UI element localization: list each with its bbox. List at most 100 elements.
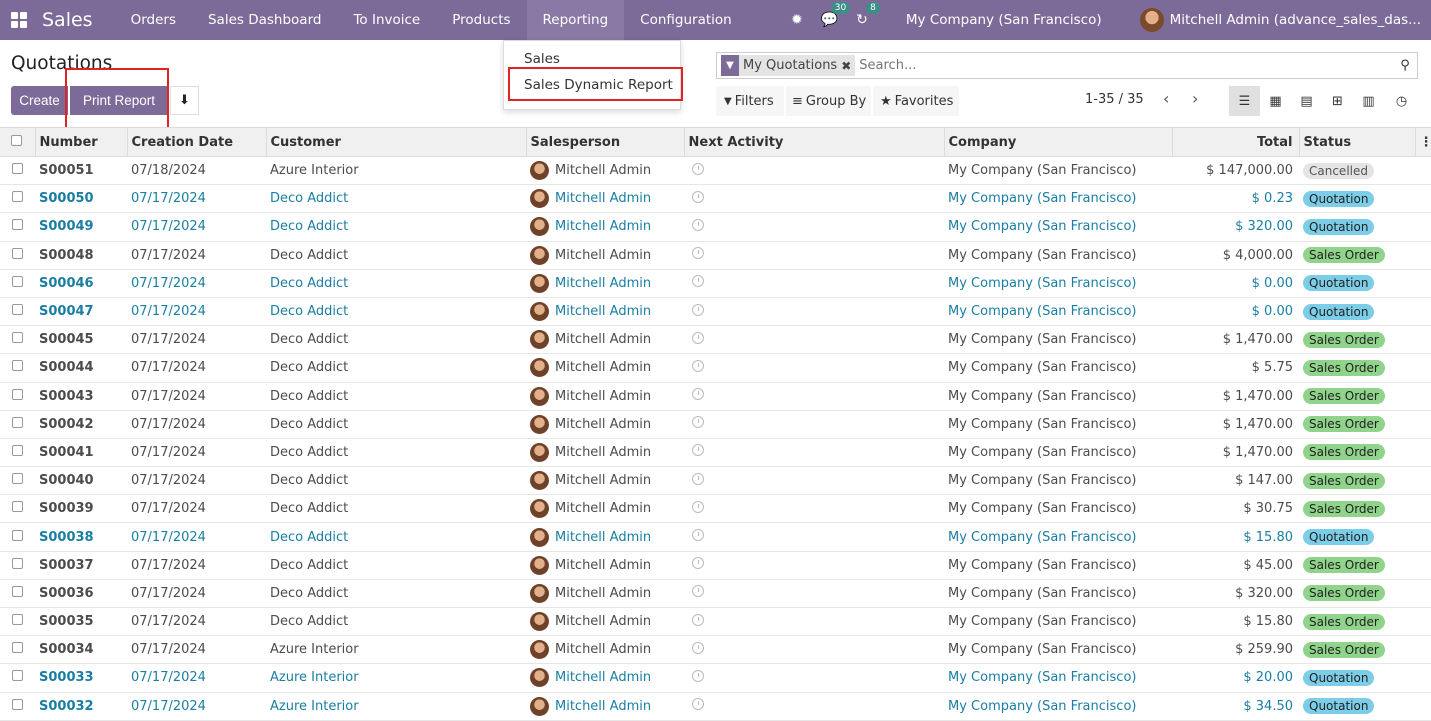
table-row[interactable]: S00042 07/17/2024 Deco Addict Mitchell Admi… xyxy=(0,410,1431,439)
row-checkbox[interactable] xyxy=(0,410,35,439)
row-checkbox[interactable] xyxy=(0,494,35,524)
clock-icon[interactable] xyxy=(692,190,704,203)
list-view-icon[interactable]: ☰ xyxy=(1229,86,1260,116)
header-next-activity[interactable]: Next Activity xyxy=(684,127,945,157)
cell-next-activity[interactable] xyxy=(684,297,944,327)
row-checkbox[interactable] xyxy=(0,551,35,580)
table-row[interactable]: S00045 07/17/2024 Deco Addict Mitchell Admi… xyxy=(0,325,1431,355)
row-checkbox[interactable] xyxy=(0,212,35,242)
table-row[interactable]: S00044 07/17/2024 Deco Addict Mitchell Admi… xyxy=(0,353,1431,383)
header-status[interactable]: Status xyxy=(1299,127,1416,157)
menu-orders[interactable]: Orders xyxy=(115,0,192,40)
table-row[interactable]: S00032 07/17/2024 Azure Interior Mitchell A… xyxy=(0,692,1431,721)
clock-icon[interactable] xyxy=(692,472,704,485)
favorites-button[interactable]: ★ Favorites xyxy=(873,86,959,116)
clock-icon[interactable] xyxy=(692,218,704,231)
table-row[interactable]: S00046 07/17/2024 Deco Addict Mitchell Admi… xyxy=(0,269,1431,298)
dropdown-item-sales[interactable]: Sales xyxy=(524,51,560,67)
table-row[interactable]: S00038 07/17/2024 Deco Addict Mitchell Admi… xyxy=(0,522,1431,552)
cell-next-activity[interactable] xyxy=(684,212,944,242)
table-row[interactable]: S00034 07/17/2024 Azure Interior Mitchell A… xyxy=(0,635,1431,665)
pivot-view-icon[interactable]: ⊞ xyxy=(1322,86,1353,116)
clock-icon[interactable] xyxy=(692,162,704,175)
cell-next-activity[interactable] xyxy=(684,494,944,524)
calendar-view-icon[interactable]: ▤ xyxy=(1291,86,1322,116)
clock-icon[interactable] xyxy=(692,529,704,542)
table-row[interactable]: S00037 07/17/2024 Deco Addict Mitchell Admi… xyxy=(0,551,1431,580)
table-row[interactable]: S00040 07/17/2024 Deco Addict Mitchell Admi… xyxy=(0,466,1431,496)
table-row[interactable]: S00048 07/17/2024 Deco Addict Mitchell Admi… xyxy=(0,241,1431,270)
user-menu[interactable]: Mitchell Admin (advance_sales_das... xyxy=(1139,8,1421,32)
create-button[interactable]: Create xyxy=(11,86,68,115)
table-row[interactable]: S00050 07/17/2024 Deco Addict Mitchell Admi… xyxy=(0,184,1431,214)
table-row[interactable]: S00033 07/17/2024 Azure Interior Mitchell A… xyxy=(0,663,1431,693)
table-row[interactable]: S00036 07/17/2024 Deco Addict Mitchell Admi… xyxy=(0,579,1431,609)
cell-next-activity[interactable] xyxy=(684,382,944,411)
cell-next-activity[interactable] xyxy=(684,241,944,270)
apps-menu-icon[interactable] xyxy=(0,0,38,40)
cell-next-activity[interactable] xyxy=(684,607,944,637)
row-checkbox[interactable] xyxy=(0,663,35,693)
menu-products[interactable]: Products xyxy=(436,0,526,40)
header-salesperson[interactable]: Salesperson xyxy=(526,127,685,157)
group-by-button[interactable]: ≡ Group By xyxy=(786,86,871,116)
clock-icon[interactable] xyxy=(692,331,704,344)
menu-configuration[interactable]: Configuration xyxy=(624,0,748,40)
cell-next-activity[interactable] xyxy=(684,269,944,298)
kanban-view-icon[interactable]: ▦ xyxy=(1260,86,1291,116)
app-brand[interactable]: Sales xyxy=(42,9,93,31)
table-row[interactable]: S00051 07/18/2024 Azure Interior Mitchell A… xyxy=(0,156,1431,186)
filters-button[interactable]: ▼ Filters xyxy=(716,86,784,116)
facet-remove-icon[interactable]: ✖ xyxy=(841,59,855,73)
menu-sales-dashboard[interactable]: Sales Dashboard xyxy=(192,0,337,40)
cell-next-activity[interactable] xyxy=(684,156,944,186)
menu-reporting[interactable]: Reporting xyxy=(526,0,625,40)
optional-columns-icon[interactable]: ⋮ xyxy=(1415,127,1431,157)
clock-icon[interactable] xyxy=(692,698,704,711)
table-row[interactable]: S00039 07/17/2024 Deco Addict Mitchell Admi… xyxy=(0,494,1431,524)
table-row[interactable]: S00043 07/17/2024 Deco Addict Mitchell Admi… xyxy=(0,382,1431,411)
clock-icon[interactable] xyxy=(692,359,704,372)
cell-next-activity[interactable] xyxy=(684,692,944,721)
activity-view-icon[interactable]: ◷ xyxy=(1386,86,1417,116)
search-icon[interactable]: ⚲ xyxy=(1393,58,1417,73)
clock-icon[interactable] xyxy=(692,247,704,260)
clock-icon[interactable] xyxy=(692,500,704,513)
cell-next-activity[interactable] xyxy=(684,466,944,496)
cell-next-activity[interactable] xyxy=(684,438,944,468)
header-creation-date[interactable]: Creation Date xyxy=(127,127,267,157)
row-checkbox[interactable] xyxy=(0,325,35,355)
cell-next-activity[interactable] xyxy=(684,551,944,580)
row-checkbox[interactable] xyxy=(0,297,35,327)
company-switcher[interactable]: My Company (San Francisco) xyxy=(906,12,1102,28)
cell-next-activity[interactable] xyxy=(684,325,944,355)
messages-icon[interactable]: 💬 30 xyxy=(821,2,851,28)
cell-next-activity[interactable] xyxy=(684,522,944,552)
header-total[interactable]: Total xyxy=(1172,127,1300,157)
clock-icon[interactable] xyxy=(692,416,704,429)
row-checkbox[interactable] xyxy=(0,579,35,609)
clock-icon[interactable] xyxy=(692,669,704,682)
cell-next-activity[interactable] xyxy=(684,663,944,693)
header-number[interactable]: Number xyxy=(35,127,128,157)
dropdown-item-sales-dynamic-report[interactable]: Sales Dynamic Report xyxy=(524,77,673,93)
clock-icon[interactable] xyxy=(692,585,704,598)
clock-icon[interactable] xyxy=(692,275,704,288)
pager-previous-icon[interactable]: ‹ xyxy=(1163,89,1169,108)
row-checkbox[interactable] xyxy=(0,466,35,496)
cell-next-activity[interactable] xyxy=(684,579,944,609)
row-checkbox[interactable] xyxy=(0,184,35,214)
search-input[interactable] xyxy=(859,55,1393,76)
clock-icon[interactable] xyxy=(692,613,704,626)
pager-next-icon[interactable]: › xyxy=(1192,89,1198,108)
row-checkbox[interactable] xyxy=(0,269,35,298)
row-checkbox[interactable] xyxy=(0,635,35,665)
clock-icon[interactable] xyxy=(692,303,704,316)
menu-to-invoice[interactable]: To Invoice xyxy=(337,0,436,40)
header-customer[interactable]: Customer xyxy=(266,127,527,157)
row-checkbox[interactable] xyxy=(0,607,35,637)
cell-next-activity[interactable] xyxy=(684,184,944,214)
row-checkbox[interactable] xyxy=(0,438,35,468)
table-row[interactable]: S00035 07/17/2024 Deco Addict Mitchell Admi… xyxy=(0,607,1431,637)
cell-next-activity[interactable] xyxy=(684,635,944,665)
